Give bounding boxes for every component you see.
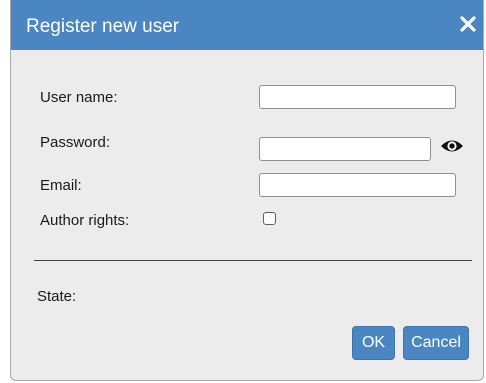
email-label: Email: <box>40 177 82 194</box>
password-input[interactable] <box>259 137 431 161</box>
close-icon <box>460 16 476 32</box>
username-input[interactable] <box>259 85 456 109</box>
author-rights-checkbox[interactable] <box>263 212 276 225</box>
dialog-title: Register new user <box>26 16 180 37</box>
author-rights-label: Author rights: <box>40 212 130 229</box>
state-label: State: <box>37 288 77 305</box>
dialog-title-bar: Register new user <box>11 0 483 50</box>
password-label: Password: <box>40 134 111 151</box>
email-input[interactable] <box>259 173 456 197</box>
ok-button[interactable]: OK <box>352 326 395 360</box>
eye-icon <box>441 140 463 152</box>
show-password-toggle[interactable] <box>439 138 465 154</box>
register-dialog: Register new user User name: Password: E… <box>10 0 484 381</box>
close-button[interactable] <box>457 13 479 35</box>
username-label: User name: <box>40 89 118 106</box>
cancel-button[interactable]: Cancel <box>403 326 469 360</box>
divider <box>34 260 472 261</box>
